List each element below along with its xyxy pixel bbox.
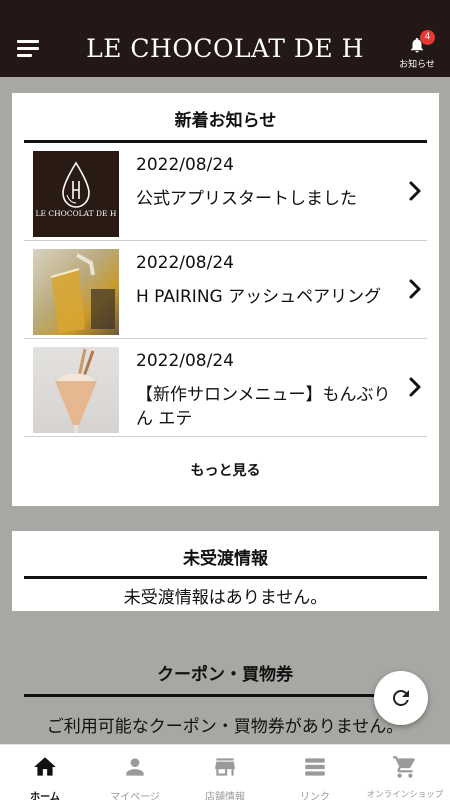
unreceived-title: 未受渡情報 [183, 549, 268, 569]
brand-logo: LE CHOCOLAT DE H [86, 34, 364, 63]
nav-mypage[interactable]: マイページ [90, 745, 180, 800]
nav-store-info[interactable]: 店舗情報 [180, 745, 270, 800]
parfait-icon [55, 348, 97, 433]
chevron-right-icon [409, 181, 421, 201]
news-item[interactable]: 2022/08/24 H PAIRING アッシュペアリング [24, 241, 427, 339]
news-date: 2022/08/24 [136, 351, 234, 371]
unreceived-card: 未受渡情報 未受渡情報はありません。 [12, 531, 439, 611]
store-icon [215, 758, 235, 776]
news-thumbnail-drink [33, 249, 119, 335]
bottom-navigation: ホーム マイページ 店舗情報 リンク オンラインショップ [0, 744, 450, 800]
see-more-link[interactable]: もっと見る [12, 460, 439, 480]
notifications-label: お知らせ [399, 60, 435, 70]
news-item[interactable]: 2022/08/24 【新作サロンメニュー】もんぶりん エテ [24, 339, 427, 437]
nav-home[interactable]: ホーム [0, 745, 90, 800]
notification-badge: 4 [420, 30, 435, 45]
chevron-right-icon [409, 377, 421, 397]
refresh-icon [393, 690, 409, 706]
news-thumbnail-logo: LE CHOCOLAT DE H [33, 151, 119, 237]
chevron-right-icon [409, 279, 421, 299]
unreceived-divider [24, 576, 427, 579]
nav-links[interactable]: リンク [270, 745, 360, 800]
person-icon [126, 758, 144, 776]
nav-label: リンク [300, 792, 330, 800]
cart-icon [393, 756, 415, 778]
notifications-button[interactable]: 4 お知らせ [394, 30, 440, 70]
list-icon [305, 758, 325, 776]
news-headline: H PAIRING アッシュペアリング [136, 287, 382, 307]
drink-glass-icon [50, 253, 115, 333]
coupon-divider [24, 694, 426, 697]
news-date: 2022/08/24 [136, 155, 234, 175]
news-card: 新着お知らせ LE CHOCOLAT DE H 2022/08/24 公式アプリ… [12, 93, 439, 506]
thumbnail-logo-text: LE CHOCOLAT DE H [35, 209, 117, 218]
nav-label: オンラインショップ [366, 790, 444, 800]
app-header: LE CHOCOLAT DE H 4 お知らせ [0, 0, 450, 77]
news-item[interactable]: LE CHOCOLAT DE H 2022/08/24 公式アプリスタートしまし… [24, 143, 427, 241]
nav-label: 店舗情報 [205, 792, 245, 800]
home-icon [34, 757, 56, 776]
unreceived-message: 未受渡情報はありません。 [123, 588, 328, 608]
news-date: 2022/08/24 [136, 253, 234, 273]
news-headline: 【新作サロンメニュー】もんぶりん エテ [136, 385, 391, 429]
nav-label: マイページ [110, 792, 160, 800]
news-title: 新着お知らせ [174, 111, 277, 131]
news-headline: 公式アプリスタートしました [136, 189, 357, 209]
refresh-button[interactable] [374, 671, 428, 725]
drop-logo-icon [62, 161, 90, 208]
nav-online-shop[interactable]: オンラインショップ [360, 745, 450, 800]
nav-label: ホーム [30, 792, 60, 800]
news-thumbnail-dessert [33, 347, 119, 433]
